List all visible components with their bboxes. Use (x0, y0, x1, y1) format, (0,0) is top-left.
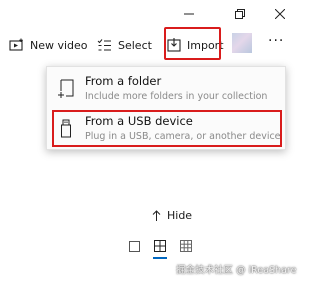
new-video-button[interactable]: New video (9, 31, 88, 59)
active-view-indicator (153, 257, 167, 259)
import-highlight-box (164, 27, 221, 60)
restore-button[interactable] (226, 0, 254, 28)
folder-add-icon (58, 79, 74, 98)
close-icon (275, 9, 285, 19)
watermark-text: 掘金技术社区 @ iReaShare (176, 265, 297, 276)
select-list-icon (97, 39, 111, 51)
usb-highlight-box (52, 110, 282, 147)
close-button[interactable] (266, 0, 294, 28)
more-options-button[interactable]: ··· (268, 33, 284, 49)
from-folder-title: From a folder (85, 74, 162, 88)
small-grid-icon (180, 240, 192, 252)
new-video-icon (9, 38, 23, 51)
single-view-icon (128, 240, 140, 252)
minimize-icon (184, 13, 194, 15)
view-single-button[interactable] (126, 238, 142, 254)
arrow-up-icon (152, 210, 161, 221)
medium-grid-icon (154, 240, 166, 252)
hide-label: Hide (167, 209, 193, 222)
select-label: Select (118, 38, 152, 52)
minimize-button[interactable] (175, 0, 203, 28)
account-thumbnail[interactable] (232, 33, 252, 53)
menu-item-from-folder[interactable]: From a folder Include more folders in yo… (47, 70, 285, 108)
select-button[interactable]: Select (97, 31, 152, 59)
restore-icon (235, 9, 245, 19)
new-video-label: New video (30, 38, 88, 52)
hide-button[interactable]: Hide (152, 209, 192, 222)
view-medium-grid-button[interactable] (152, 238, 168, 254)
view-small-grid-button[interactable] (178, 238, 194, 254)
from-folder-subtitle: Include more folders in your collection (85, 91, 268, 102)
